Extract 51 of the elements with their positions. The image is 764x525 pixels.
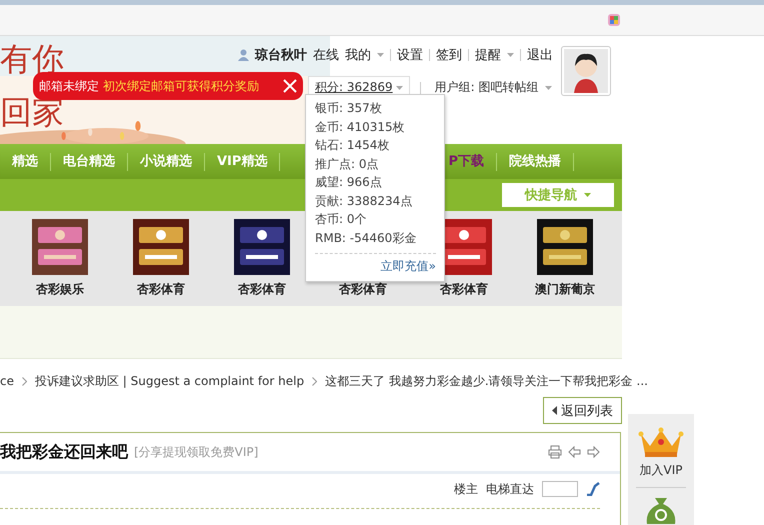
- join-vip-link[interactable]: 加入VIP: [640, 462, 682, 479]
- ad-label[interactable]: 澳门新葡京: [535, 281, 595, 298]
- recharge-link[interactable]: 立即充值»: [380, 258, 436, 275]
- user-icon: [238, 49, 249, 61]
- chevron-icon: [22, 376, 27, 386]
- user-menu-link[interactable]: 在线: [313, 46, 339, 64]
- breadcrumb-link[interactable]: ce: [0, 374, 14, 388]
- thread-title: 我把彩金还回来吧: [0, 442, 128, 462]
- points-item: 杏币: 0个: [315, 211, 368, 228]
- points-item: 金币: 410315枚: [315, 118, 406, 136]
- app-icon[interactable]: [608, 14, 620, 26]
- floor-input-field[interactable]: [542, 481, 578, 497]
- ad-label[interactable]: 杏彩体育: [137, 281, 185, 298]
- back-to-list-button[interactable]: 返回列表: [543, 397, 622, 424]
- notice-link[interactable]: 初次绑定邮箱可获得积分奖励: [103, 78, 259, 94]
- ad-label[interactable]: 杏彩体育: [339, 281, 387, 298]
- notice-label: 邮箱未绑定: [39, 78, 99, 94]
- points-item: 贡献: 3388234点: [315, 192, 414, 210]
- points-item: 钻石: 1454枚: [315, 137, 390, 154]
- nav-link[interactable]: P下载: [446, 152, 497, 170]
- caret-icon: [584, 193, 591, 197]
- points-item: 威望: 966点: [315, 174, 383, 191]
- ad-label[interactable]: 杏彩体育: [238, 281, 286, 298]
- user-menu-link[interactable]: 提醒: [475, 46, 514, 64]
- print-icon[interactable]: [548, 445, 562, 459]
- previous-icon[interactable]: [568, 446, 581, 458]
- logo-text: 有你: [0, 42, 64, 78]
- user-menu-link[interactable]: 我的: [345, 46, 384, 64]
- author-label[interactable]: 楼主: [454, 480, 478, 498]
- user-menu-link[interactable]: 退出: [527, 46, 553, 64]
- points-item: 推广点: 0点: [315, 156, 380, 172]
- points-item: 银币: 357枚: [315, 100, 383, 117]
- breadcrumb-link[interactable]: 这都三天了 我越努力彩金越少.请领导关注一下帮我把彩金 ...: [325, 372, 648, 390]
- avatar[interactable]: [561, 46, 611, 96]
- user-menu-link[interactable]: 设置: [397, 46, 423, 64]
- ad-label[interactable]: 杏彩体育: [440, 281, 488, 298]
- close-icon[interactable]: [283, 79, 297, 93]
- crown-icon[interactable]: [638, 426, 684, 458]
- username-link[interactable]: 琼台秋叶: [255, 46, 307, 64]
- breadcrumb-link[interactable]: 投诉建议求助区 | Suggest a complaint for help: [34, 372, 304, 390]
- ad-label[interactable]: 杏彩娱乐: [36, 281, 84, 298]
- caret-icon: [544, 86, 552, 90]
- user-group-dropdown[interactable]: 用户组: 图吧转帖组: [434, 79, 552, 96]
- jump-label: 电梯直达: [486, 480, 534, 498]
- next-icon[interactable]: [587, 446, 600, 458]
- caret-icon: [396, 86, 403, 90]
- left-triangle-icon: [552, 406, 557, 415]
- user-menu-link[interactable]: 签到: [436, 46, 462, 64]
- chevron-icon: [312, 376, 318, 386]
- points-item: RMB: -54460彩金: [315, 230, 418, 246]
- jump-icon[interactable]: [586, 482, 600, 496]
